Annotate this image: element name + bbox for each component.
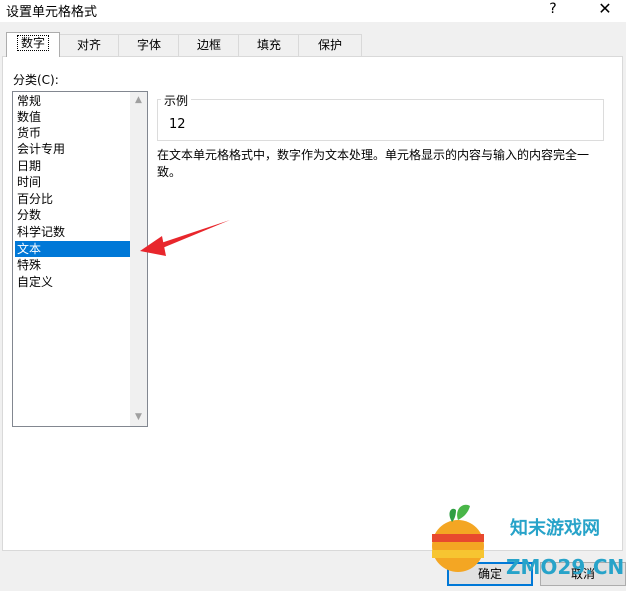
apple-logo-icon — [432, 504, 484, 572]
watermark-line-2: ZMO29.CN — [506, 555, 624, 579]
tab-number[interactable]: 数字 — [6, 32, 60, 57]
watermark-line-1: 知末游戏网 — [510, 517, 600, 539]
watermark-logo: 知末游戏网 ZMO29.CN — [432, 504, 624, 579]
